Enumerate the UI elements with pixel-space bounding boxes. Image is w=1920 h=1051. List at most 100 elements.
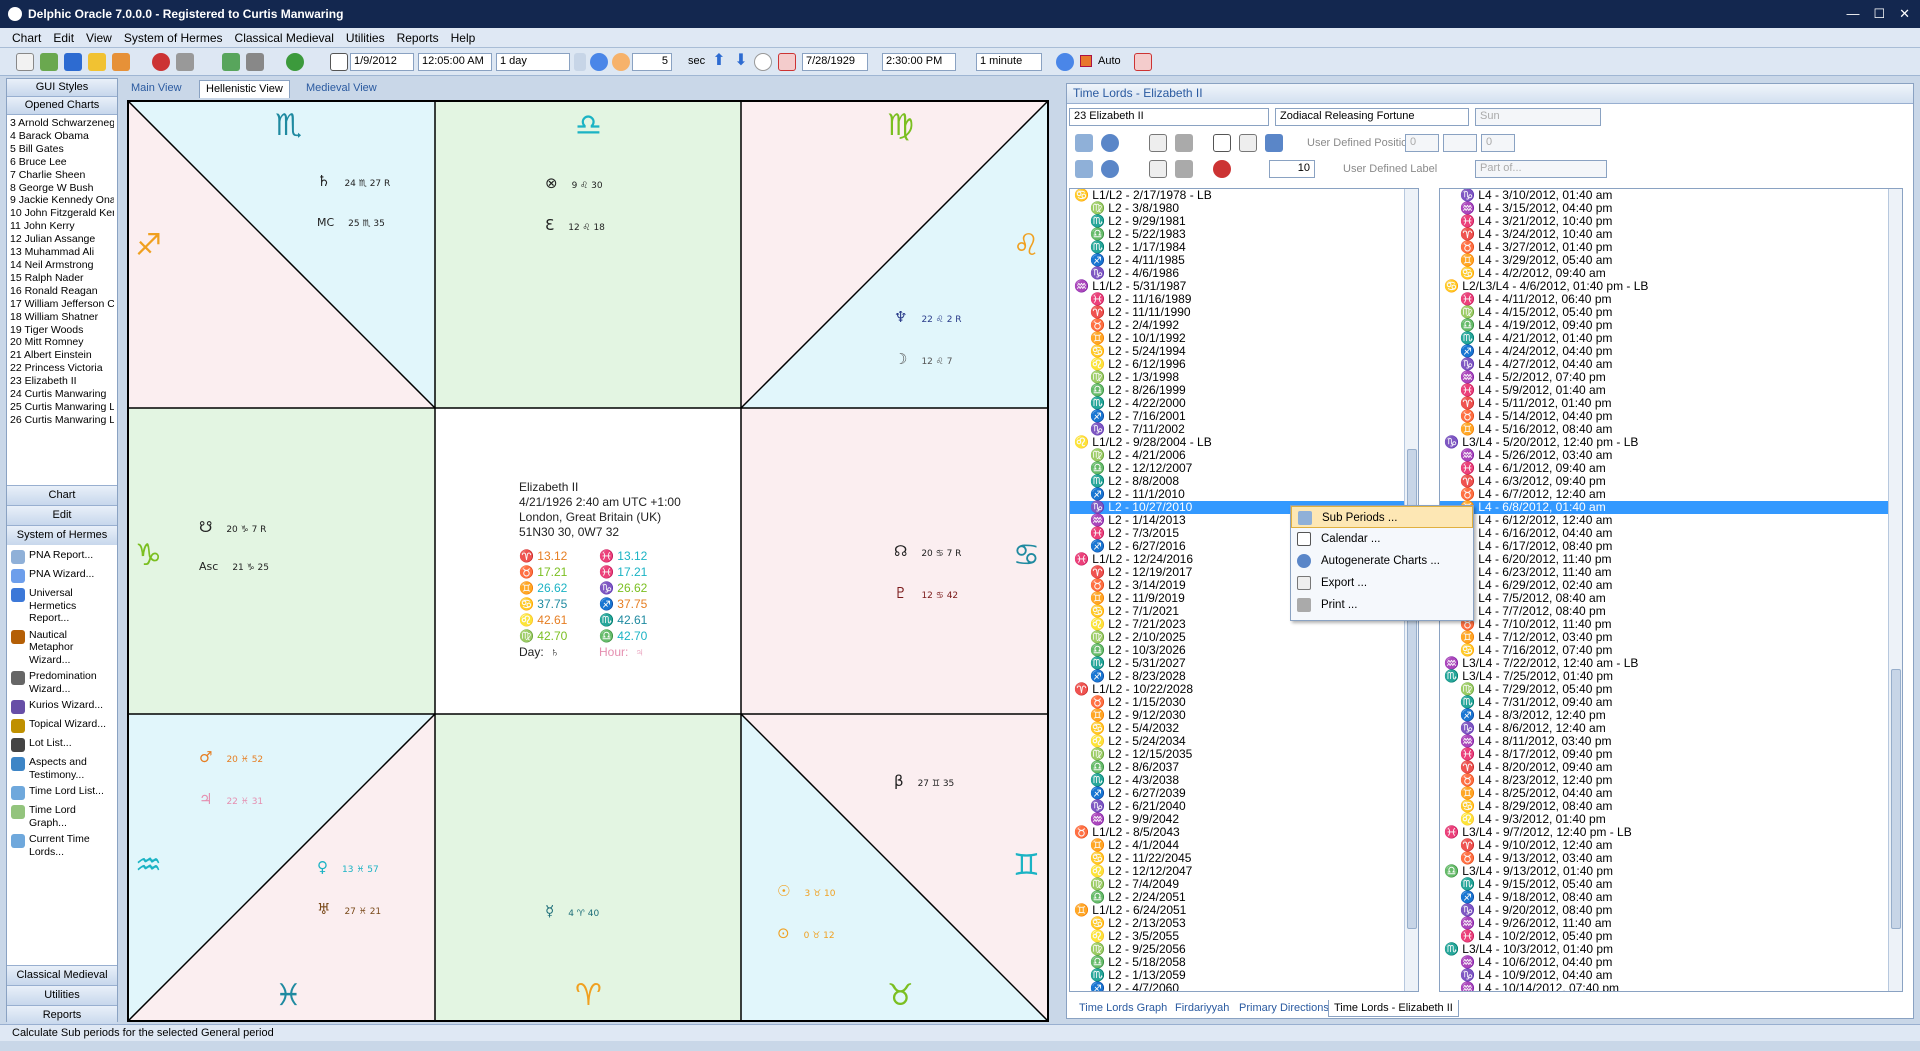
opened-chart-item[interactable]: 25 Curtis Manwaring L	[10, 401, 114, 414]
date-input-1[interactable]: 1/9/2012	[350, 53, 414, 71]
opened-chart-item[interactable]: 10 John Fitzgerald Ker	[10, 207, 114, 220]
opened-chart-item[interactable]: 24 Curtis Manwaring	[10, 388, 114, 401]
opened-chart-item[interactable]: 6 Bruce Lee	[10, 156, 114, 169]
opened-chart-item[interactable]: 12 Julian Assange	[10, 233, 114, 246]
chart-select[interactable]: 23 Elizabeth II	[1069, 108, 1269, 126]
opened-chart-item[interactable]: 8 George W Bush	[10, 182, 114, 195]
opened-charts-header[interactable]: Opened Charts	[7, 97, 117, 115]
opened-chart-item[interactable]: 14 Neil Armstrong	[10, 259, 114, 272]
period-item[interactable]: ♐ L2 - 4/7/2060	[1070, 982, 1418, 992]
system-of-hermes-section[interactable]: System of Hermes	[7, 525, 117, 545]
delete-chart-icon[interactable]	[176, 53, 194, 71]
export-menu-item[interactable]: Export ...	[1291, 572, 1473, 594]
sub-periods-menu-item[interactable]: Sub Periods ...	[1291, 506, 1473, 528]
ok-icon[interactable]	[222, 53, 240, 71]
eye-icon[interactable]	[1101, 134, 1119, 152]
tab-primary-directions[interactable]: Primary Directions	[1234, 1000, 1334, 1017]
tab-time-lords-elizabeth[interactable]: Time Lords - Elizabeth II	[1328, 1000, 1459, 1017]
animate-icon[interactable]	[590, 53, 608, 71]
tool-item[interactable]: Lot List...	[11, 737, 113, 752]
chart-wheel-icon[interactable]	[152, 53, 170, 71]
reports-section[interactable]: Reports	[7, 1005, 117, 1025]
document-2-icon[interactable]	[1149, 160, 1167, 178]
tab-firdariyyah[interactable]: Firdariyyah	[1170, 1000, 1234, 1017]
globe-icon[interactable]	[286, 53, 304, 71]
opened-chart-item[interactable]: 18 William Shatner	[10, 311, 114, 324]
chart-wheel-icon[interactable]	[1213, 160, 1231, 178]
menu-help[interactable]: Help	[445, 31, 482, 45]
document-icon[interactable]	[1149, 134, 1167, 152]
opened-chart-item[interactable]: 16 Ronald Reagan	[10, 285, 114, 298]
gui-styles-header[interactable]: GUI Styles	[7, 79, 117, 97]
print-icon[interactable]	[1175, 134, 1193, 152]
save-icon[interactable]	[64, 53, 82, 71]
opened-chart-item[interactable]: 19 Tiger Woods	[10, 324, 114, 337]
tool-item[interactable]: Time Lord Graph...	[11, 804, 113, 829]
method-select[interactable]: Zodiacal Releasing Fortune	[1275, 108, 1469, 126]
auto-checkbox[interactable]	[1080, 55, 1092, 67]
menu-utilities[interactable]: Utilities	[340, 31, 391, 45]
count-input[interactable]: 10	[1269, 160, 1315, 178]
period-item[interactable]: ♒ L4 - 10/14/2012, 07:40 pm	[1440, 982, 1902, 992]
menu-classical-medieval[interactable]: Classical Medieval	[229, 31, 340, 45]
animate-2-icon[interactable]	[1056, 53, 1074, 71]
list2-scrollbar[interactable]	[1888, 189, 1902, 991]
close-button[interactable]: ✕	[1899, 6, 1910, 22]
chart-section[interactable]: Chart	[7, 485, 117, 505]
tool-item[interactable]: Topical Wizard...	[11, 718, 113, 733]
utilities-section[interactable]: Utilities	[7, 985, 117, 1005]
tab-main-view[interactable]: Main View	[125, 80, 188, 98]
calendar-menu-item[interactable]: Calendar ...	[1291, 528, 1473, 550]
time-lord-2-icon[interactable]	[1075, 160, 1093, 178]
font-icon[interactable]	[1265, 134, 1283, 152]
maximize-button[interactable]: ☐	[1873, 6, 1885, 22]
arrow-down-icon[interactable]: ⬇	[732, 53, 750, 71]
opened-chart-item[interactable]: 4 Barack Obama	[10, 130, 114, 143]
date-input-2[interactable]: 7/28/1929	[802, 53, 868, 71]
tool-item[interactable]: PNA Report...	[11, 549, 113, 564]
open-folder-icon[interactable]	[88, 53, 106, 71]
tool-item[interactable]: PNA Wizard...	[11, 568, 113, 583]
calendar-icon[interactable]	[330, 53, 348, 71]
stop-icon[interactable]	[778, 53, 796, 71]
folder-star-icon[interactable]	[112, 53, 130, 71]
step-select-1[interactable]: 1 day	[496, 53, 570, 71]
time-lord-icon[interactable]	[1075, 134, 1093, 152]
tool-item[interactable]: Current Time Lords...	[11, 833, 113, 858]
calendar-icon[interactable]	[1213, 134, 1231, 152]
position-degree[interactable]: 0	[1405, 134, 1439, 152]
tool-item[interactable]: Universal Hermetics Report...	[11, 587, 113, 625]
opened-chart-item[interactable]: 20 Mitt Romney	[10, 336, 114, 349]
refresh-icon[interactable]	[40, 53, 58, 71]
spin-icon[interactable]	[574, 53, 586, 71]
page-icon[interactable]	[1239, 134, 1257, 152]
circle-icon[interactable]	[754, 53, 772, 71]
seconds-input[interactable]: 5	[632, 53, 672, 71]
opened-chart-item[interactable]: 26 Curtis Manwaring L	[10, 414, 114, 427]
time-input-1[interactable]: 12:05:00 AM	[418, 53, 492, 71]
tab-hellenistic-view[interactable]: Hellenistic View	[199, 80, 290, 98]
opened-chart-item[interactable]: 17 William Jefferson C	[10, 298, 114, 311]
part-of-input[interactable]: Part of...	[1475, 160, 1607, 178]
tool-item[interactable]: Kurios Wizard...	[11, 699, 113, 714]
tool-item[interactable]: Aspects and Testimony...	[11, 756, 113, 781]
time-input-2[interactable]: 2:30:00 PM	[882, 53, 956, 71]
tab-time-lords-graph[interactable]: Time Lords Graph	[1074, 1000, 1172, 1017]
opened-chart-item[interactable]: 7 Charlie Sheen	[10, 169, 114, 182]
menu-chart[interactable]: Chart	[6, 31, 47, 45]
opened-chart-item[interactable]: 13 Muhammad Ali	[10, 246, 114, 259]
edit-section[interactable]: Edit	[7, 505, 117, 525]
print-2-icon[interactable]	[1175, 160, 1193, 178]
body-select[interactable]: Sun	[1475, 108, 1601, 126]
opened-chart-item[interactable]: 15 Ralph Nader	[10, 272, 114, 285]
new-chart-icon[interactable]	[16, 53, 34, 71]
opened-chart-item[interactable]: 11 John Kerry	[10, 220, 114, 233]
menu-view[interactable]: View	[80, 31, 118, 45]
autogenerate-menu-item[interactable]: Autogenerate Charts ...	[1291, 550, 1473, 572]
tool-item[interactable]: Nautical Metaphor Wizard...	[11, 629, 113, 667]
opened-chart-item[interactable]: 5 Bill Gates	[10, 143, 114, 156]
position-minute[interactable]: 0	[1481, 134, 1515, 152]
menu-system-of-hermes[interactable]: System of Hermes	[118, 31, 229, 45]
clock-icon[interactable]	[612, 53, 630, 71]
opened-chart-item[interactable]: 9 Jackie Kennedy Ona	[10, 194, 114, 207]
